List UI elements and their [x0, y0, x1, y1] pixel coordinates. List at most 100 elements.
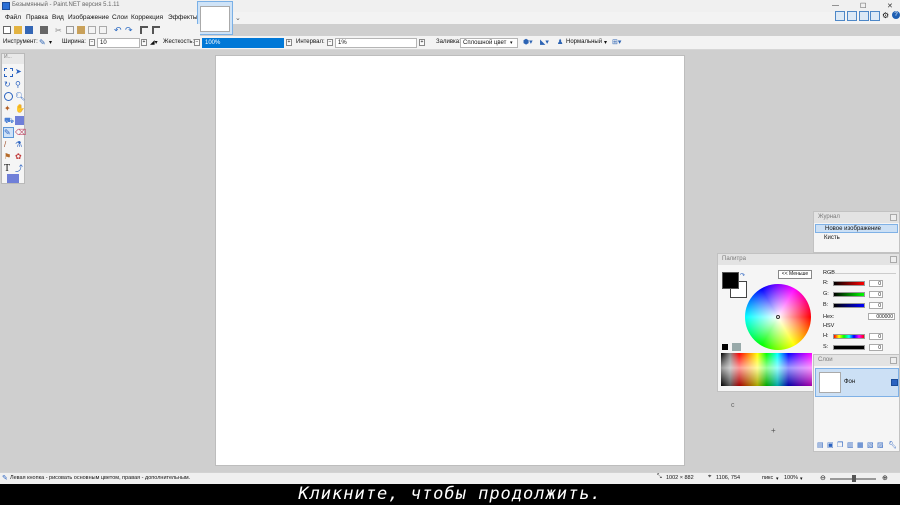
paint-bucket-tool[interactable]: ⛟	[4, 116, 14, 125]
antialias-icon[interactable]: ◢▾	[150, 39, 158, 46]
blue-input[interactable]: 0	[869, 302, 883, 309]
zoom-out-icon[interactable]: ⊖	[820, 474, 826, 482]
grid-icon[interactable]	[140, 26, 148, 34]
blue-slider[interactable]	[833, 303, 865, 308]
delete-layer-icon[interactable]: ▣	[827, 441, 834, 449]
subtitle-overlay[interactable]: Кликните, чтобы продолжить.	[0, 484, 900, 505]
hex-input[interactable]: 000000	[868, 313, 895, 320]
menu-view[interactable]: Вид	[52, 14, 64, 21]
zoom-value[interactable]: 100%	[784, 475, 798, 481]
ruler-icon[interactable]	[152, 26, 160, 34]
merge-layer-icon[interactable]: ▥	[847, 441, 854, 449]
undo-icon[interactable]: ↶	[114, 25, 122, 35]
swap-colors-icon[interactable]: ↷	[740, 272, 745, 279]
red-slider[interactable]	[833, 281, 865, 286]
zoom-slider-thumb[interactable]	[852, 475, 856, 482]
hardness-increase-button[interactable]: +	[286, 39, 292, 46]
hardness-decrease-button[interactable]: −	[194, 39, 200, 46]
chevron-down-icon[interactable]: ▾	[800, 476, 803, 482]
help-icon[interactable]: ?	[892, 11, 900, 19]
menu-effects[interactable]: Эффекты	[168, 14, 198, 21]
units-select[interactable]: пикс	[762, 475, 773, 481]
save-icon[interactable]	[25, 26, 33, 34]
paste-icon[interactable]	[77, 26, 85, 34]
move-down-icon[interactable]: ▧	[867, 441, 874, 449]
black-white-icon[interactable]	[722, 344, 728, 350]
pencil-tool[interactable]: /	[4, 140, 13, 149]
interval-decrease-button[interactable]: −	[327, 39, 333, 46]
close-window-button[interactable]: ✕	[887, 2, 893, 10]
width-increase-button[interactable]: +	[141, 39, 147, 46]
duplicate-layer-icon[interactable]: ❐	[837, 441, 843, 449]
colors-window-toggle[interactable]	[870, 11, 880, 21]
history-item[interactable]: Кисть	[815, 234, 898, 243]
menu-file[interactable]: Файл	[5, 14, 21, 21]
settings-gear-icon[interactable]: ⚙	[882, 11, 889, 20]
chevron-down-icon[interactable]: ⌄	[235, 14, 241, 22]
close-icon[interactable]	[890, 256, 897, 263]
selection-mode-icon[interactable]: ⊞▾	[612, 38, 621, 46]
eraser-tool[interactable]: ⌫	[15, 128, 26, 137]
add-layer-icon[interactable]: ▤	[817, 441, 824, 449]
magic-wand-tool[interactable]: ✦	[4, 104, 13, 113]
clone-stamp-tool[interactable]: ⚑	[4, 152, 13, 161]
history-window-toggle[interactable]	[847, 11, 857, 21]
menu-image[interactable]: Изображение	[68, 14, 109, 21]
rectangle-select-tool[interactable]	[4, 68, 13, 77]
redo-icon[interactable]: ↷	[125, 25, 133, 35]
blend-mode-icon[interactable]: ⬢▾	[523, 38, 533, 46]
recolor-tool[interactable]: ✿	[15, 152, 24, 161]
text-tool[interactable]: T	[4, 163, 13, 174]
interval-slider[interactable]: 1%	[335, 38, 417, 48]
close-icon[interactable]	[890, 357, 897, 364]
chevron-down-icon[interactable]: ▾	[49, 39, 52, 46]
new-file-icon[interactable]	[3, 26, 11, 34]
shapes-tool[interactable]	[7, 174, 19, 183]
zoom-in-icon[interactable]: ⊕	[882, 474, 888, 482]
minimize-button[interactable]: —	[832, 2, 839, 9]
interval-increase-button[interactable]: +	[419, 39, 425, 46]
tools-window-toggle[interactable]	[835, 11, 845, 21]
layer-properties-icon[interactable]: 🔧︎	[888, 441, 897, 449]
hue-input[interactable]: 0	[869, 333, 883, 340]
pan-hand-tool[interactable]: ✋	[15, 104, 25, 113]
green-slider[interactable]	[833, 292, 865, 297]
width-decrease-button[interactable]: −	[89, 39, 95, 46]
close-icon[interactable]	[890, 214, 897, 221]
drawing-canvas[interactable]	[215, 55, 685, 466]
cut-icon[interactable]: ✂	[55, 26, 63, 35]
saturation-input[interactable]: 0	[869, 344, 883, 351]
antialiasing-icon[interactable]: ◣▾	[540, 38, 549, 46]
width-input[interactable]: 10	[97, 38, 140, 48]
menu-adjustments[interactable]: Коррекция	[131, 14, 163, 21]
primary-color-swatch[interactable]	[722, 272, 739, 289]
move-selection-tool[interactable]: ➤	[15, 67, 24, 76]
color-wheel-cursor[interactable]	[776, 315, 780, 319]
green-input[interactable]: 0	[869, 291, 883, 298]
paintbrush-icon[interactable]: ✎	[39, 38, 46, 47]
zoom-tool[interactable]: 🔍︎	[15, 92, 25, 101]
lasso-tool[interactable]: ↻	[4, 80, 13, 89]
maximize-button[interactable]: ☐	[860, 2, 866, 10]
open-folder-icon[interactable]	[14, 26, 22, 34]
paintbrush-tool[interactable]: ✎	[3, 127, 14, 138]
hardness-slider[interactable]: 100%	[202, 38, 284, 48]
move-up-icon[interactable]: ▦	[857, 441, 864, 449]
gradient-tool[interactable]	[15, 116, 24, 125]
image-tab[interactable]	[197, 1, 233, 35]
less-button[interactable]: << Меньше	[778, 270, 812, 279]
menu-layers[interactable]: Слои	[112, 14, 128, 21]
print-icon[interactable]	[40, 26, 48, 34]
hue-slider[interactable]	[833, 334, 865, 339]
zoom-icon[interactable]: ⚲	[15, 80, 24, 89]
saturation-slider[interactable]	[833, 345, 865, 350]
deselect-icon[interactable]	[99, 26, 107, 34]
color-picker-tool[interactable]: ⚗	[15, 140, 24, 149]
layers-window-toggle[interactable]	[859, 11, 869, 21]
palette-swatches[interactable]	[721, 353, 812, 386]
blend-mode-select[interactable]: Нормальный	[566, 39, 602, 45]
layer-visibility-checkbox[interactable]	[891, 379, 898, 386]
menu-edit[interactable]: Правка	[26, 14, 48, 21]
red-input[interactable]: 0	[869, 280, 883, 287]
ellipse-select-tool[interactable]	[4, 92, 13, 101]
